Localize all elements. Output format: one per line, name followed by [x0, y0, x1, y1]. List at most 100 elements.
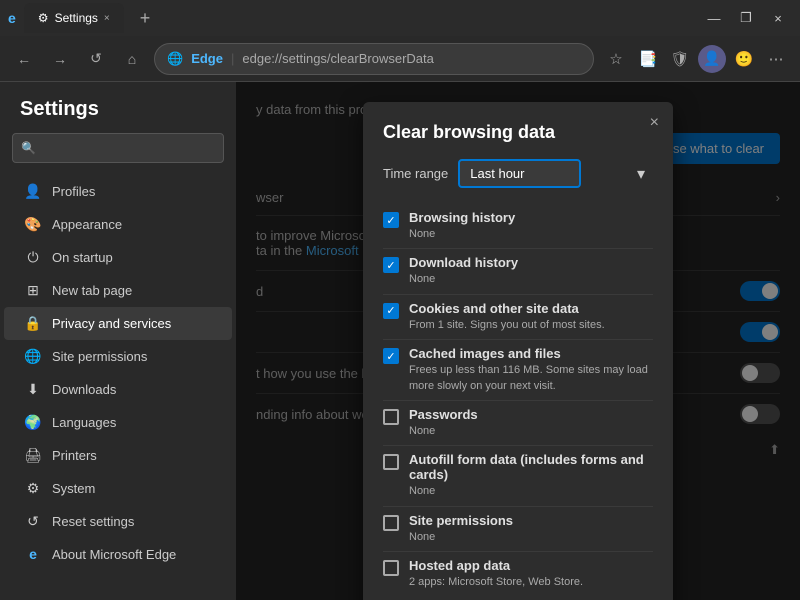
sidebar-item-startup-label: On startup [52, 250, 113, 265]
main-content: Settings 🔍 👤 Profiles 🎨 Appearance ⏻ On … [0, 82, 800, 600]
url-site-icon: 🌐 [167, 51, 183, 67]
appearance-icon: 🎨 [24, 216, 42, 233]
hosted-app-label: Hosted app data [409, 558, 583, 573]
tab-close-button[interactable]: × [104, 13, 110, 24]
new-tab-button[interactable]: + [132, 8, 159, 29]
checkbox-hosted-app-input[interactable] [383, 560, 399, 576]
checkbox-cached-images-input[interactable] [383, 348, 399, 364]
checkbox-cached-images-content: Cached images and files Frees up less th… [409, 346, 653, 394]
checkbox-passwords-content: Passwords None [409, 407, 478, 439]
checkbox-list: Browsing history None Download history N… [383, 204, 653, 597]
time-range-select-wrapper: Last hour Last 24 hours Last 7 days Last… [458, 159, 653, 188]
sidebar-item-system-label: System [52, 481, 95, 496]
checkbox-download-history-input[interactable] [383, 257, 399, 273]
dialog-title: Clear browsing data [383, 122, 653, 143]
checkbox-hosted-app: Hosted app data 2 apps: Microsoft Store,… [383, 552, 653, 596]
checkbox-autofill-content: Autofill form data (includes forms and c… [409, 452, 653, 499]
tab-title: Settings [55, 11, 98, 25]
time-range-label: Time range [383, 166, 448, 181]
sidebar-item-on-startup[interactable]: ⏻ On startup [4, 241, 232, 274]
checkbox-cookies-input[interactable] [383, 303, 399, 319]
collections-icon[interactable]: 📑 [634, 45, 662, 73]
passwords-desc: None [409, 424, 478, 439]
sidebar: Settings 🔍 👤 Profiles 🎨 Appearance ⏻ On … [0, 82, 236, 600]
clear-browsing-dialog: Clear browsing data × Time range Last ho… [363, 102, 673, 600]
sidebar-item-about-label: About Microsoft Edge [52, 547, 176, 562]
sidebar-item-privacy[interactable]: 🔒 Privacy and services [4, 307, 232, 340]
active-tab[interactable]: ⚙ Settings × [24, 3, 124, 33]
sidebar-item-profiles[interactable]: 👤 Profiles [4, 175, 232, 208]
checkbox-browsing-history-content: Browsing history None [409, 210, 515, 242]
back-button[interactable]: ← [10, 45, 38, 73]
close-button[interactable]: × [764, 8, 792, 28]
sidebar-search[interactable]: 🔍 [12, 133, 224, 163]
privacy-icon: 🔒 [24, 315, 42, 332]
checkbox-download-history-content: Download history None [409, 255, 518, 287]
sidebar-item-languages[interactable]: 🌍 Languages [4, 406, 232, 439]
sidebar-item-reset[interactable]: ↺ Reset settings [4, 505, 232, 538]
site-permissions-icon: 🌐 [24, 348, 42, 365]
downloads-icon: ⬇ [24, 381, 42, 398]
sidebar-item-downloads[interactable]: ⬇ Downloads [4, 373, 232, 406]
url-bar[interactable]: 🌐 Edge | edge://settings/clearBrowserDat… [154, 43, 594, 75]
refresh-button[interactable]: ↺ [82, 45, 110, 73]
browser-essentials-icon[interactable]: 🛡 [666, 45, 694, 73]
sidebar-item-about[interactable]: e About Microsoft Edge [4, 538, 232, 570]
sidebar-item-appearance-label: Appearance [52, 217, 122, 232]
cached-images-label: Cached images and files [409, 346, 653, 361]
checkbox-cookies-content: Cookies and other site data From 1 site.… [409, 301, 605, 333]
startup-icon: ⏻ [24, 249, 42, 266]
checkbox-passwords-input[interactable] [383, 409, 399, 425]
sidebar-item-reset-label: Reset settings [52, 514, 134, 529]
emoji-icon[interactable]: 🙂 [730, 45, 758, 73]
languages-icon: 🌍 [24, 414, 42, 431]
sidebar-item-appearance[interactable]: 🎨 Appearance [4, 208, 232, 241]
cookies-label: Cookies and other site data [409, 301, 605, 316]
sidebar-item-profiles-label: Profiles [52, 184, 95, 199]
sidebar-item-site-permissions[interactable]: 🌐 Site permissions [4, 340, 232, 373]
download-history-label: Download history [409, 255, 518, 270]
dialog-overlay: Clear browsing data × Time range Last ho… [236, 82, 800, 600]
sidebar-item-printers-label: Printers [52, 448, 97, 463]
url-path: edge://settings/clearBrowserData [242, 51, 433, 66]
checkbox-autofill-input[interactable] [383, 454, 399, 470]
address-bar: ← → ↺ ⌂ 🌐 Edge | edge://settings/clearBr… [0, 36, 800, 82]
sidebar-item-downloads-label: Downloads [52, 382, 116, 397]
window-controls: — ❐ × [700, 8, 792, 28]
autofill-desc: None [409, 484, 653, 499]
sidebar-item-printers[interactable]: 🖨 Printers [4, 439, 232, 472]
title-bar: e ⚙ Settings × + — ❐ × [0, 0, 800, 36]
hosted-app-desc: 2 apps: Microsoft Store, Web Store. [409, 575, 583, 590]
checkbox-site-permissions: Site permissions None [383, 507, 653, 552]
favorites-icon[interactable]: ☆ [602, 45, 630, 73]
cached-images-desc: Frees up less than 116 MB. Some sites ma… [409, 363, 653, 394]
url-site-label: Edge [191, 51, 223, 66]
browsing-history-label: Browsing history [409, 210, 515, 225]
minimize-button[interactable]: — [700, 8, 728, 28]
forward-button[interactable]: → [46, 45, 74, 73]
home-button[interactable]: ⌂ [118, 45, 146, 73]
checkbox-site-permissions-content: Site permissions None [409, 513, 513, 545]
cookies-desc: From 1 site. Signs you out of most sites… [409, 318, 605, 333]
reset-icon: ↺ [24, 513, 42, 530]
sidebar-item-system[interactable]: ⚙ System [4, 472, 232, 505]
maximize-button[interactable]: ❐ [732, 8, 760, 28]
time-range-select[interactable]: Last hour Last 24 hours Last 7 days Last… [458, 159, 581, 188]
checkbox-site-permissions-input[interactable] [383, 515, 399, 531]
browser-icon: e [8, 10, 16, 26]
new-tab-icon: ⊞ [24, 282, 42, 299]
download-history-desc: None [409, 272, 518, 287]
checkbox-download-history: Download history None [383, 249, 653, 294]
checkbox-cookies: Cookies and other site data From 1 site.… [383, 295, 653, 340]
menu-icon[interactable]: ⋯ [762, 45, 790, 73]
about-icon: e [24, 546, 42, 562]
site-permissions-desc: None [409, 530, 513, 545]
sidebar-item-new-tab[interactable]: ⊞ New tab page [4, 274, 232, 307]
profile-icon[interactable]: 👤 [698, 45, 726, 73]
toolbar-icons: ☆ 📑 🛡 👤 🙂 ⋯ [602, 45, 790, 73]
checkbox-hosted-app-content: Hosted app data 2 apps: Microsoft Store,… [409, 558, 583, 590]
search-icon: 🔍 [21, 141, 36, 155]
sidebar-item-newtab-label: New tab page [52, 283, 132, 298]
dialog-close-button[interactable]: × [650, 114, 659, 132]
checkbox-browsing-history-input[interactable] [383, 212, 399, 228]
